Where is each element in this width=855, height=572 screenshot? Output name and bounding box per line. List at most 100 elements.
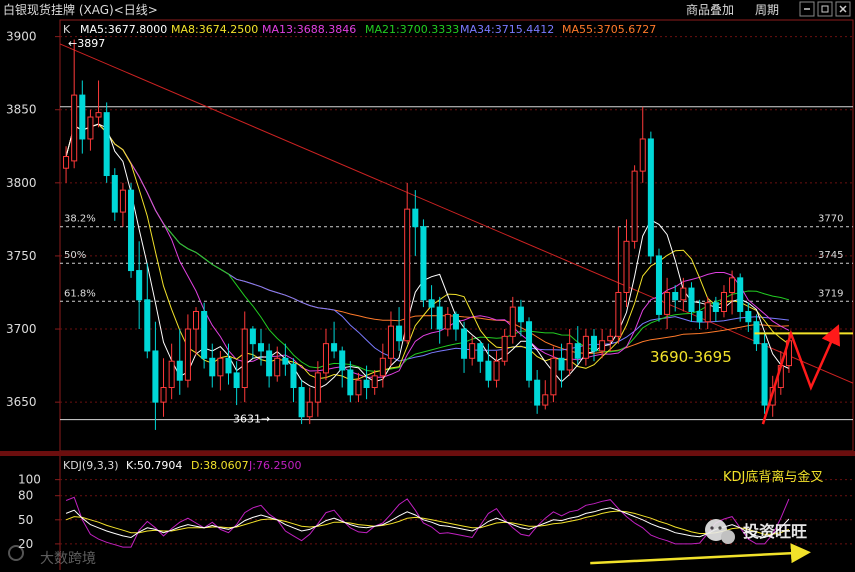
price-tick-label: 3750 [6,249,37,263]
legend-ma55: MA55:3705.6727 [562,23,656,36]
candle [477,340,484,373]
fib-value-label: 3770 [818,214,843,225]
legend-k: K [63,23,71,36]
candle-body-up [322,343,329,374]
candle [160,358,167,417]
ma55-line [65,123,789,354]
candle-body-down [103,112,110,177]
candle [737,273,744,322]
candle-body-up [371,375,378,389]
kdj-j-value: J:76.2500 [248,459,301,472]
candle [168,343,175,400]
candle [436,296,443,344]
candle-body-down [339,350,346,371]
candle [582,329,589,366]
candle [550,346,557,403]
candle [111,168,118,221]
watermark-right: 投资旺旺 [705,519,807,544]
candle-body-up [664,291,671,315]
fib-label: 50% [64,250,86,261]
candle-body-down [672,291,679,301]
candle-body-up [160,387,167,403]
candle-body-up [566,343,573,371]
candle-body-down [745,310,752,323]
candle [534,369,541,414]
candle-body-up [599,340,606,352]
period-button[interactable]: 周期 [755,3,779,17]
candle-body-up [550,357,557,396]
candle-body-down [485,360,492,381]
candle [347,361,354,403]
candle [688,282,695,322]
legend-ma5: MA5:3677.8000 [80,23,167,36]
candle-body-up [623,240,630,293]
fib-label: 38.2% [64,214,96,225]
overlay-commodity-button[interactable]: 商品叠加 [686,2,734,17]
candle [314,361,321,417]
candle-body-down [136,270,143,301]
candle-body-down [452,313,459,330]
candle-body-up [192,310,200,330]
candle-body-up [720,291,727,312]
candle [542,380,549,410]
candle-body-down [574,343,581,359]
candle-body-down [128,189,135,272]
kdj-tick-label: 80 [18,489,33,503]
candle-body-up [607,335,614,342]
candle [639,106,646,183]
candle-body-up [217,357,224,377]
candle [176,329,183,395]
candle-body-down [558,357,565,371]
candle-body-up [71,94,78,162]
candle-body-down [209,357,216,377]
candle [720,285,727,318]
candle-body-down [233,372,240,389]
candle [241,311,248,403]
candle-body-up [95,112,102,118]
candle [647,131,654,264]
support-zone-label: 3690-3695 [650,348,732,366]
trend-line [59,43,854,384]
kdj-title: KDJ(9,3,3) [63,459,119,472]
candle [274,346,281,382]
candle-body-up [119,189,126,213]
candle [509,296,516,344]
candle-body-down [249,328,256,345]
candle-body-up [469,343,476,359]
candle-body-down [396,325,403,342]
candle-body-down [461,328,468,359]
candle-body-up [631,170,638,242]
candle-body-down [655,255,663,315]
candle [420,219,427,308]
candle-body-down [712,302,719,312]
candle-body-down [737,277,744,312]
projection-arrows [761,324,841,425]
kdj-legend: KDJ(9,3,3) K:50.7904 D:38.0607 J:76.2500 [63,459,301,472]
fib-value-label: 3745 [818,250,843,261]
candle [136,241,143,330]
logo-icon [8,545,24,561]
candle [339,346,346,388]
price-tick-label: 3700 [6,322,37,336]
price-tick-label: 3800 [6,176,37,190]
candle [249,326,256,359]
candle-body-down [363,379,370,389]
candle-body-up [582,335,589,359]
kline-chart: 白银现货挂牌 (XAG)<日线> 商品叠加 周期 K MA5:3677.8000… [0,0,855,570]
candle [201,302,208,369]
watermark-right-text: 投资旺旺 [743,522,807,541]
candle [526,317,533,388]
candle-body-down [111,175,118,213]
candle [387,311,394,366]
candle-body-down [144,299,151,352]
candle [655,248,663,322]
watermark-left: 大数跨境 [8,545,96,567]
price-axis: 3650 3700 3750 3800 3850 3900 [6,30,60,409]
candle-body-down [152,350,159,403]
candle-body-up [404,208,411,342]
candle-body-up [680,287,687,301]
kdj-d-value: D:38.0607 [191,459,249,472]
candle [290,358,297,403]
candle-body-up [639,138,646,172]
candle-body-down [688,287,695,312]
